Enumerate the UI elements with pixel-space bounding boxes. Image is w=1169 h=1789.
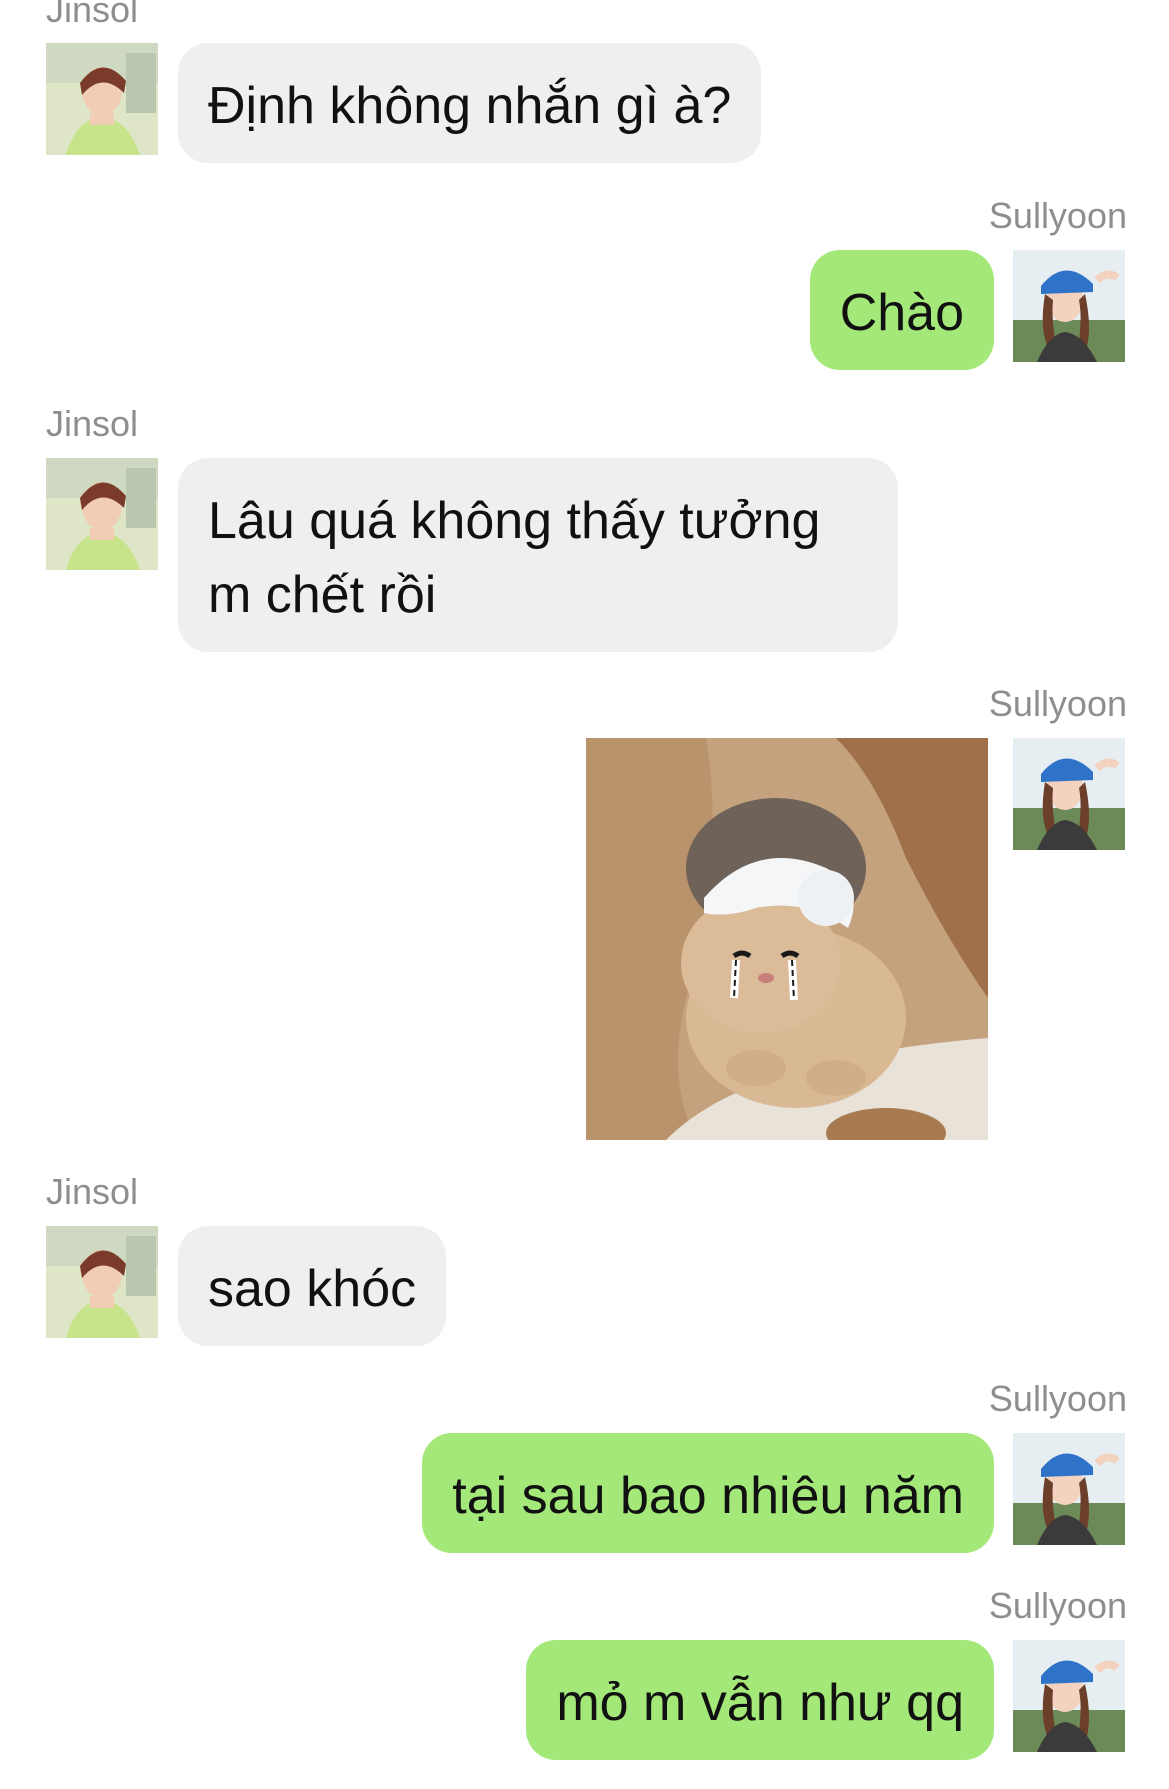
message-bubble-incoming[interactable]: sao khóc <box>178 1226 447 1346</box>
avatar-sullyoon-image <box>1013 250 1125 362</box>
crying-kitten-sticker-image <box>586 738 988 1140</box>
avatar-jinsol[interactable] <box>46 43 158 155</box>
sender-name: Jinsol <box>46 403 139 444</box>
avatar-jinsol-image <box>46 458 158 570</box>
message-bubble-outgoing[interactable]: mỏ m vẫn như qq <box>526 1640 994 1760</box>
avatar-jinsol[interactable] <box>46 1226 158 1338</box>
sender-name: Sullyoon <box>988 1585 1127 1626</box>
message-bubble-outgoing[interactable]: tại sau bao nhiêu năm <box>422 1433 994 1553</box>
avatar-sullyoon[interactable] <box>1013 1640 1125 1752</box>
avatar-sullyoon[interactable] <box>1013 250 1125 362</box>
sender-name: Sullyoon <box>988 195 1127 236</box>
message-bubble-outgoing[interactable]: Chào <box>809 250 994 370</box>
avatar-jinsol[interactable] <box>46 458 158 570</box>
avatar-sullyoon-image <box>1013 1433 1125 1545</box>
avatar-sullyoon[interactable] <box>1013 1433 1125 1545</box>
avatar-sullyoon[interactable] <box>1013 738 1125 850</box>
avatar-sullyoon-image <box>1013 1640 1125 1752</box>
message-bubble-incoming[interactable]: Định không nhắn gì à? <box>178 43 762 163</box>
avatar-jinsol-image <box>46 1226 158 1338</box>
sender-name: Sullyoon <box>988 1378 1127 1419</box>
avatar-jinsol-image <box>46 43 158 155</box>
sender-name: Jinsol <box>46 1171 139 1212</box>
message-image-crying-kitten[interactable] <box>586 738 988 1140</box>
avatar-sullyoon-image <box>1013 738 1125 850</box>
message-bubble-incoming[interactable]: Lâu quá không thấy tưởng m chết rồi <box>178 458 898 652</box>
sender-name: Jinsol <box>46 0 139 30</box>
sender-name: Sullyoon <box>988 683 1127 724</box>
